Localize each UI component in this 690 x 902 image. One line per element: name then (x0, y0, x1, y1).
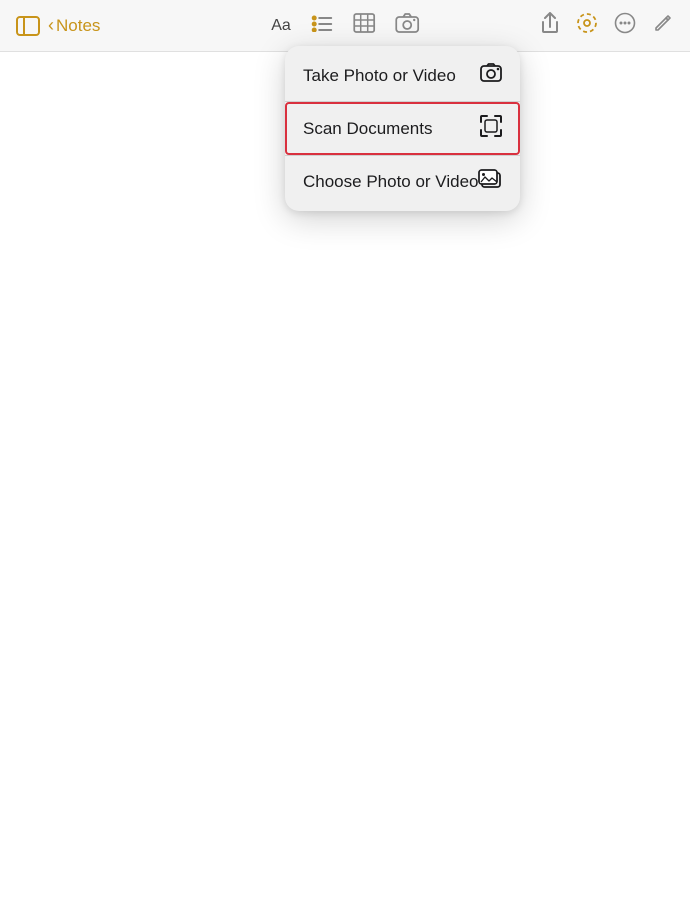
text-format-icon[interactable]: Aa (271, 17, 291, 35)
dropdown-container: Take Photo or Video Scan Documents (285, 46, 520, 211)
toolbar-right (540, 12, 674, 39)
take-photo-label: Take Photo or Video (303, 66, 456, 86)
choose-photo-option[interactable]: Choose Photo or Video (285, 156, 520, 207)
lasso-icon[interactable] (576, 12, 598, 39)
scan-documents-option[interactable]: Scan Documents (285, 102, 520, 155)
choose-photo-icon (478, 169, 502, 194)
toolbar-left: ‹ Notes (16, 15, 100, 36)
bullet-list-icon[interactable] (311, 14, 333, 37)
scan-documents-icon (480, 115, 502, 142)
compose-icon[interactable] (652, 12, 674, 39)
back-chevron-icon: ‹ (48, 15, 54, 36)
back-button[interactable]: ‹ Notes (48, 15, 100, 36)
choose-photo-label: Choose Photo or Video (303, 172, 478, 192)
back-label: Notes (56, 16, 100, 36)
scan-documents-label: Scan Documents (303, 119, 432, 139)
toolbar-center: Aa (271, 13, 419, 38)
more-options-icon[interactable] (614, 12, 636, 39)
take-photo-option[interactable]: Take Photo or Video (285, 50, 520, 101)
take-photo-icon (480, 63, 502, 88)
share-icon[interactable] (540, 12, 560, 39)
sidebar-toggle-icon[interactable] (16, 16, 40, 36)
dropdown-menu: Take Photo or Video Scan Documents (285, 46, 520, 211)
table-icon[interactable] (353, 13, 375, 38)
camera-toolbar-icon[interactable] (395, 13, 419, 38)
toolbar: ‹ Notes Aa (0, 0, 690, 52)
